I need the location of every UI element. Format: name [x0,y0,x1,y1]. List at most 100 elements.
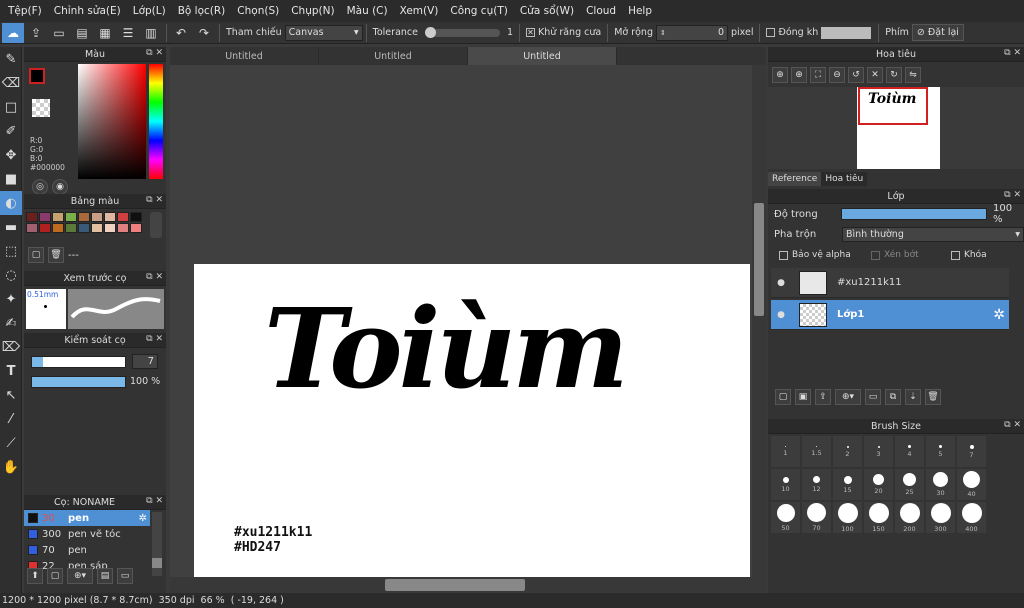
visibility-icon[interactable]: ● [771,310,791,320]
zoom-out-icon[interactable]: ⊖ [829,66,845,83]
lock-checkbox[interactable] [951,250,960,260]
brush-size-cell[interactable]: 10 [771,469,800,500]
palette-swatch[interactable] [39,223,51,233]
antialias-checkbox[interactable]: ✕ [526,28,536,37]
brush-list-item[interactable]: 30 pen ✲ [24,510,150,526]
clip-checkbox[interactable] [871,250,880,260]
brush-size-cell[interactable]: 7 [957,436,986,467]
expand-spinner[interactable]: ⇕ 0 [656,24,728,41]
reset-view-icon[interactable]: ✕ [867,66,883,83]
new-layer-copy-icon[interactable]: ▣ [795,389,811,405]
hand-icon[interactable]: ✋ [0,455,22,479]
export-icon[interactable]: ⇪ [25,23,47,43]
menu-item[interactable]: Help [622,5,658,17]
palette-swatch[interactable] [65,212,77,222]
palette-swatch[interactable] [65,223,77,233]
flip-icon[interactable]: ⇋ [905,66,921,83]
zoom-icon[interactable]: ⊕ [772,66,788,83]
cloud-icon[interactable]: ☁ [2,22,24,43]
eraser-icon[interactable]: ⌫ [0,71,22,95]
tolerance-slider[interactable] [424,26,500,38]
merge-layer-icon[interactable]: ⇣ [905,389,921,405]
brush-size-slider[interactable] [31,356,126,368]
scroll-thumb[interactable] [152,558,162,568]
brush-size-cell[interactable]: 4 [895,436,924,467]
palette-swatch[interactable] [78,212,90,222]
navigator-view[interactable]: Toiùm [768,87,1024,169]
panel-controls-icon[interactable]: ⧉ ✕ [146,496,163,506]
blend-mode-select[interactable]: Bình thường ▾ [842,226,1024,242]
folder-icon[interactable]: ▭ [117,568,133,584]
operation-icon[interactable]: ↖ [0,383,22,407]
panel-controls-icon[interactable]: ⧉ ✕ [146,272,163,282]
canvas-vertical-scrollbar[interactable] [752,65,766,577]
brush-size-cell[interactable]: 1.5 [802,436,831,467]
brush-size-value[interactable]: 7 [132,354,158,369]
panel-controls-icon[interactable]: ⧉ ✕ [1004,190,1021,200]
brush-size-cell[interactable]: 12 [802,469,831,500]
visibility-icon[interactable]: ● [771,278,791,288]
panel-controls-icon[interactable]: ⧉ ✕ [1004,420,1021,430]
zoom-in-icon[interactable]: ⊕ [791,66,807,83]
rotate-right-icon[interactable]: ↻ [886,66,902,83]
close-gap-slider[interactable] [821,26,872,39]
brush-size-cell[interactable]: 70 [802,502,831,533]
eyedropper-icon[interactable]: ⁄ [0,407,22,431]
redo-icon[interactable]: ↷ [193,23,215,43]
canvas-paper[interactable]: Toiùm #xu1211k11 #HD247 [194,264,750,578]
brush-size-cell[interactable]: 40 [957,469,986,500]
palette-swatch[interactable] [91,223,103,233]
palette-swatch[interactable] [91,212,103,222]
new-layer-icon[interactable]: ▢ [775,389,791,405]
undo-icon[interactable]: ↶ [170,23,192,43]
palette-swatch[interactable] [26,223,38,233]
brush-list-item[interactable]: 300 pen vẽ tóc [24,526,150,542]
transparent-swatch[interactable] [32,99,50,117]
brush-size-cell[interactable]: 100 [833,502,862,533]
menu-item[interactable]: Tệp(F) [2,5,48,17]
menu-item[interactable]: Bộ lọc(R) [172,5,232,17]
menu-item[interactable]: Chọn(S) [231,5,285,17]
add-brush-icon[interactable]: ⊕▾ [67,568,93,584]
layer-opacity-slider[interactable] [840,208,987,220]
brush-size-cell[interactable]: 50 [771,502,800,533]
ruler-icon[interactable]: ⟋ [0,431,22,455]
color-eyedropper-icon[interactable]: ◉ [52,179,68,195]
brush-size-cell[interactable]: 300 [926,502,955,533]
select-rect-icon[interactable]: ⬚ [0,239,22,263]
menu-item[interactable]: Lớp(L) [127,5,172,17]
menu-item[interactable]: Xem(V) [394,5,445,17]
brush-size-cell[interactable]: 15 [833,469,862,500]
panel-controls-icon[interactable]: ⧉ ✕ [146,48,163,58]
duplicate-layer-icon[interactable]: ⧉ [885,389,901,405]
palette-swatch[interactable] [78,223,90,233]
move-icon[interactable]: ✥ [0,143,22,167]
palette-swatch[interactable] [104,223,116,233]
menu-item[interactable]: Công cụ(T) [444,5,513,17]
tab-reference[interactable]: Reference [768,172,822,186]
brush-size-cell[interactable]: 25 [895,469,924,500]
brush-list-scrollbar[interactable] [152,512,162,576]
brush-size-cell[interactable]: 20 [864,469,893,500]
layers-icon[interactable]: ▥ [140,23,162,43]
color-wheel-icon[interactable]: ◎ [32,179,48,195]
brush-upload-icon[interactable]: ⬆ [27,568,43,584]
rectangle-icon[interactable]: □ [0,95,22,119]
bucket-icon[interactable]: ◐ [0,191,22,215]
brush-size-cell[interactable]: 2 [833,436,862,467]
delete-palette-icon[interactable]: 🗑 [48,247,64,263]
menu-item[interactable]: Cloud [580,5,622,17]
brush-size-cell[interactable]: 3 [864,436,893,467]
palette-swatch[interactable] [117,212,129,222]
protect-alpha-checkbox[interactable] [779,250,788,260]
color-picker-square[interactable] [78,64,146,179]
palette-swatch[interactable] [52,223,64,233]
palette-swatch[interactable] [26,212,38,222]
close-gap-checkbox[interactable] [766,28,776,37]
vertical-scroll-thumb[interactable] [754,203,764,316]
new-brush-icon[interactable]: ▢ [47,568,63,584]
palette-swatch[interactable] [130,223,142,233]
tab-navigator[interactable]: Hoa tiêu [821,172,868,186]
palette-swatch[interactable] [39,212,51,222]
pen-icon[interactable]: ✐ [0,119,22,143]
